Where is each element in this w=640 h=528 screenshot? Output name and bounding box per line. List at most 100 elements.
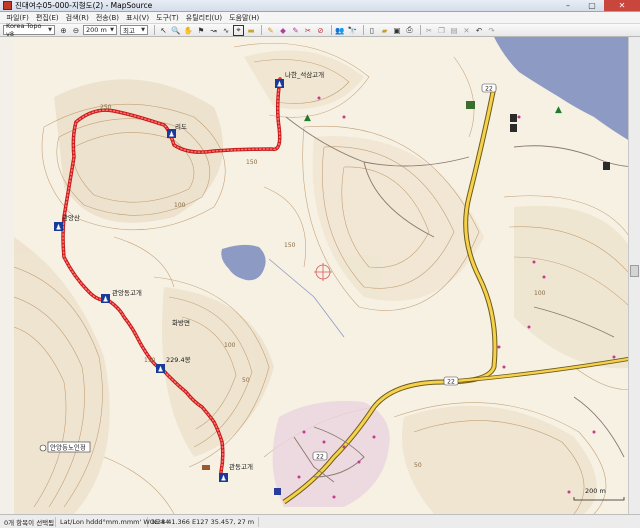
menu-find[interactable]: 검색(R) <box>62 13 92 23</box>
contour-label: 150 <box>246 159 258 166</box>
window-titlebar: 진대여수05-000-지형도(2) - MapSource – ▢ ✕ <box>0 0 640 12</box>
contour-label: 100 <box>534 290 546 297</box>
map-product-value: Korea Topo v8 <box>6 22 42 38</box>
maximize-button[interactable]: ▢ <box>580 0 604 11</box>
status-coord-format: Lat/Lon hddd°mm.mmm' WGS 84 <box>56 516 169 527</box>
zoom-level-value: 200 m <box>86 26 107 34</box>
building-icon <box>510 114 517 122</box>
road-shield-3: 22 <box>312 451 328 461</box>
zoom-in-icon[interactable]: ⊕ <box>58 25 69 36</box>
track-tool-icon[interactable]: ∿ <box>221 25 232 36</box>
svg-text:♟: ♟ <box>157 366 163 374</box>
open-file-icon[interactable]: ▰ <box>379 25 390 36</box>
svg-text:♟: ♟ <box>276 81 282 89</box>
toolbar-separator <box>261 25 262 35</box>
menu-file[interactable]: 파일(F) <box>3 13 32 23</box>
scale-label: 200 m <box>585 487 606 495</box>
waypoint-label: 관앙산 <box>62 213 80 222</box>
measure-tool-icon[interactable]: ⌖ <box>233 24 244 36</box>
building-icon <box>510 124 517 132</box>
waypoint-label: 관동고개 <box>229 462 253 471</box>
save-file-icon[interactable]: ▣ <box>392 25 403 36</box>
status-bar: 0개 항목이 선택됨 Lat/Lon hddd°mm.mmm' WGS 84 N… <box>0 514 640 528</box>
find-places-icon[interactable]: 👥 <box>335 25 346 36</box>
road-shield-2: 22 <box>443 376 459 386</box>
toolbar-separator <box>419 25 421 35</box>
chevron-down-icon: ▼ <box>110 27 114 33</box>
close-button[interactable]: ✕ <box>604 0 640 11</box>
toolbar-separator <box>154 25 155 35</box>
select-tool-icon[interactable]: ↖ <box>158 25 169 36</box>
detail-value: 최고 <box>123 27 135 35</box>
delete-icon[interactable]: ✕ <box>461 25 472 36</box>
road-number: 22 <box>485 86 493 93</box>
contour-label: 150 <box>144 357 156 364</box>
menu-transfer[interactable]: 전송(B) <box>92 13 122 23</box>
toolbar-separator <box>330 25 332 35</box>
copy-icon[interactable]: ❐ <box>436 25 447 36</box>
hand-tool-icon[interactable]: ✋ <box>183 25 194 36</box>
building-icon <box>603 162 610 170</box>
contour-label: 100 <box>224 342 236 349</box>
map-view[interactable]: 22 22 22 250 150 100 100 150 100 50 150 … <box>0 37 640 514</box>
road-number: 22 <box>447 379 455 386</box>
contour-label: 150 <box>284 242 296 249</box>
zoom-out-icon[interactable]: ⊖ <box>71 25 82 36</box>
road-shield-1: 22 <box>481 83 497 93</box>
school-icon <box>466 101 475 109</box>
place-label: 화방면 <box>172 318 190 327</box>
redo-icon[interactable]: ↷ <box>486 25 497 36</box>
zoom-level-select[interactable]: 200 m ▼ <box>83 25 117 35</box>
route-tool-icon[interactable]: ↝ <box>208 25 219 36</box>
waypoint-label: 229.4봉 <box>166 356 191 364</box>
scrollbar-thumb[interactable] <box>630 265 639 277</box>
menu-help[interactable]: 도움말(H) <box>226 13 263 23</box>
divide-icon[interactable]: ✂ <box>303 25 314 36</box>
mapsource-app-icon <box>3 1 12 10</box>
zoom-tool-icon[interactable]: 🔍 <box>171 25 182 36</box>
vertical-scrollbar[interactable] <box>628 37 640 514</box>
chevron-down-icon: ▼ <box>48 27 52 33</box>
waypoint-label: 나한_석삼고개 <box>285 70 324 79</box>
status-selection: 0개 항목이 선택됨 <box>0 516 56 527</box>
map-tool-icon[interactable]: ✎ <box>265 25 276 36</box>
svg-text:♟: ♟ <box>168 131 174 139</box>
toolbar-separator <box>362 25 364 35</box>
car-icon <box>202 465 210 470</box>
menu-tools[interactable]: 도구(T) <box>153 13 183 23</box>
undo-icon[interactable]: ↶ <box>474 25 485 36</box>
waypoint-tool-icon[interactable]: ⚑ <box>196 25 207 36</box>
toolbar: Korea Topo v8 ▼ ⊕ ⊖ 200 m ▼ 최고 ▼ ↖ 🔍 ✋ ⚑ ↝ … <box>0 22 640 38</box>
minimize-button[interactable]: – <box>556 0 580 11</box>
find-nearest-icon[interactable]: 🔭 <box>347 25 358 36</box>
menu-edit[interactable]: 편집(E) <box>32 13 62 23</box>
poi-label: 안양동노인정 <box>50 443 86 452</box>
tree-icon: ▲ <box>304 113 311 123</box>
map-canvas: 22 22 22 250 150 100 100 150 100 50 150 … <box>14 37 640 514</box>
contour-label: 100 <box>174 202 186 209</box>
print-icon[interactable]: ⎙ <box>404 25 415 36</box>
chevron-down-icon: ▼ <box>141 27 145 33</box>
contour-label: 50 <box>242 377 250 384</box>
parking-icon <box>274 488 281 495</box>
svg-text:♟: ♟ <box>55 224 61 232</box>
detail-select[interactable]: 최고 ▼ <box>120 25 148 35</box>
svg-text:♟: ♟ <box>220 475 226 483</box>
menu-utilities[interactable]: 유틸리티(U) <box>182 13 225 23</box>
cut-icon[interactable]: ✂ <box>424 25 435 36</box>
contour-label: 250 <box>100 104 112 111</box>
contour-label: 50 <box>414 462 422 469</box>
ruler-icon[interactable]: ▬ <box>246 25 257 36</box>
waypoint-label: 리도 <box>175 122 187 131</box>
menu-view[interactable]: 표시(V) <box>123 13 153 23</box>
new-file-icon[interactable]: ▯ <box>367 25 378 36</box>
waypoint-label: 관앙동고개 <box>112 288 142 297</box>
window-title: 진대여수05-000-지형도(2) - MapSource <box>15 1 153 10</box>
eraser-icon[interactable]: ◆ <box>278 25 289 36</box>
road-number: 22 <box>316 454 324 461</box>
map-product-select[interactable]: Korea Topo v8 ▼ <box>3 22 55 38</box>
route-edit-icon[interactable]: ✎ <box>290 25 301 36</box>
join-icon[interactable]: ⊘ <box>315 25 326 36</box>
paste-icon[interactable]: ▤ <box>449 25 460 36</box>
menu-bar: 파일(F) 편집(E) 검색(R) 전송(B) 표시(V) 도구(T) 유틸리티… <box>0 12 640 24</box>
